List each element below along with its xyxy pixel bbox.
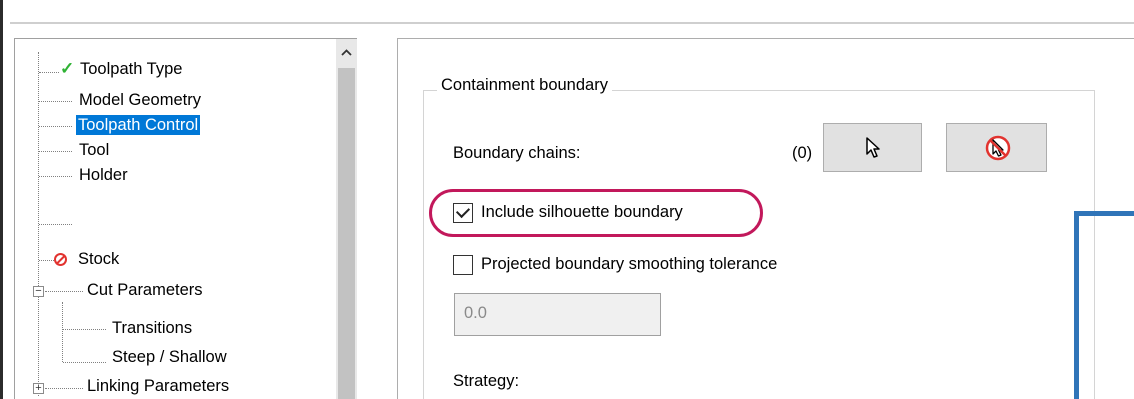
expand-toggle[interactable]: + — [33, 383, 44, 394]
strategy-label: Strategy: — [453, 372, 520, 390]
green-check-icon: ✓ — [60, 59, 75, 78]
top-separator — [10, 22, 1134, 24]
preview-panel — [1074, 211, 1134, 399]
chevron-up-icon — [341, 49, 352, 56]
cursor-arrow-icon — [866, 137, 880, 158]
tree-items: ✓ Toolpath Type Model Geometry Toolpath … — [15, 39, 333, 399]
select-boundary-button[interactable] — [823, 123, 922, 172]
tree-scrollbar[interactable] — [336, 39, 357, 399]
window-left-edge — [0, 0, 3, 399]
group-title: Containment boundary — [437, 76, 612, 95]
tree-item-tool[interactable]: Tool — [77, 140, 111, 160]
include-silhouette-label[interactable]: Include silhouette boundary — [481, 203, 683, 222]
tree-item-toolpath-type[interactable]: Toolpath Type — [78, 59, 184, 79]
tree-item-linking-parameters[interactable]: Linking Parameters — [85, 376, 231, 396]
smoothing-tolerance-field[interactable]: 0.0 — [454, 293, 661, 336]
checkmark-icon — [455, 203, 471, 219]
tree-item-holder[interactable]: Holder — [77, 165, 130, 185]
include-silhouette-checkbox[interactable] — [453, 203, 473, 223]
tree-sub-connector — [62, 302, 63, 362]
scroll-up-button[interactable] — [336, 39, 357, 68]
clear-boundary-button[interactable] — [946, 123, 1047, 172]
tree-item-stock[interactable]: Stock — [76, 249, 121, 269]
top-strip — [3, 0, 1134, 22]
projected-smoothing-checkbox[interactable] — [453, 255, 473, 275]
cursor-cancel-icon — [985, 135, 1011, 161]
boundary-count: (0) — [792, 144, 813, 162]
parameter-tree[interactable]: ✓ Toolpath Type Model Geometry Toolpath … — [14, 38, 357, 399]
boundary-chains-label: Boundary chains: — [453, 144, 581, 162]
collapse-toggle[interactable]: − — [33, 286, 44, 297]
tree-item-model-geometry[interactable]: Model Geometry — [77, 90, 203, 110]
tree-item-toolpath-control[interactable]: Toolpath Control — [76, 115, 201, 135]
tree-item-transitions[interactable]: Transitions — [110, 318, 194, 338]
scroll-thumb[interactable] — [338, 68, 355, 399]
projected-smoothing-label[interactable]: Projected boundary smoothing tolerance — [481, 255, 777, 274]
tree-item-cut-parameters[interactable]: Cut Parameters — [85, 280, 205, 300]
tree-item-steep-shallow[interactable]: Steep / Shallow — [110, 347, 229, 367]
red-stop-icon — [54, 253, 67, 266]
